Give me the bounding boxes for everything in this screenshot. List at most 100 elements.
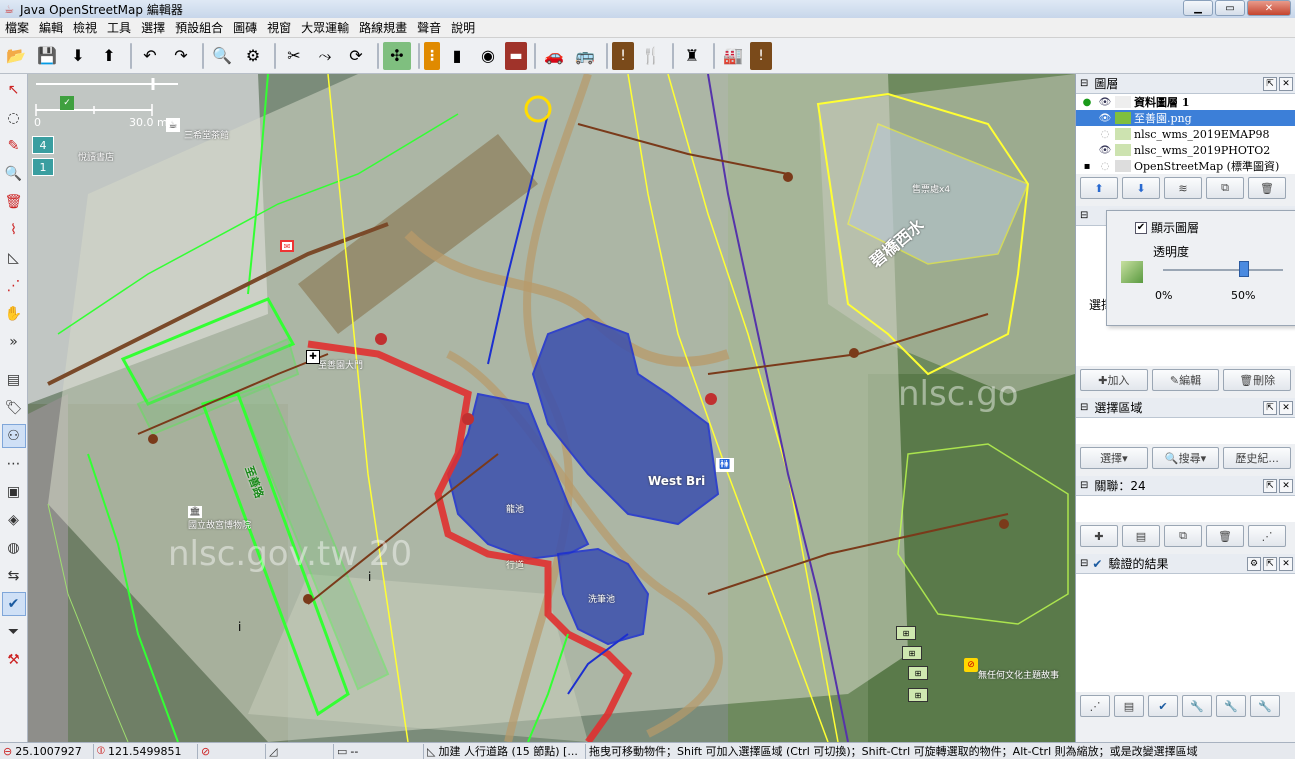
open-file-icon[interactable]: 📂: [2, 42, 30, 70]
node-icon[interactable]: ⋰: [2, 274, 26, 298]
car-icon[interactable]: 🚗: [540, 42, 568, 70]
eye-hidden-icon[interactable]: ◌: [1098, 129, 1112, 140]
layer-row[interactable]: ● 👁 資料圖層 1: [1076, 94, 1295, 110]
draw-path-icon[interactable]: ⌇: [2, 218, 26, 242]
eye-icon[interactable]: 👁: [1098, 113, 1112, 124]
select-tool-icon[interactable]: ↖: [2, 78, 26, 102]
layers-toggle-icon[interactable]: ▤: [2, 368, 26, 392]
poi-bench-icon-4[interactable]: ⊞: [908, 688, 928, 702]
zoom-icon[interactable]: 🔍: [208, 42, 236, 70]
layer-row[interactable]: 👁 nlsc_wms_2019PHOTO2: [1076, 142, 1295, 158]
panel-settings-icon[interactable]: ⚙: [1247, 556, 1261, 571]
panel-detach-icon[interactable]: ⇱: [1263, 478, 1277, 493]
poi-bench-icon-2[interactable]: ⊞: [902, 646, 922, 660]
menu-imagery[interactable]: 圖磚: [228, 19, 262, 36]
menu-edit[interactable]: 編輯: [34, 19, 68, 36]
poi-info-icon-2[interactable]: ⅰ: [238, 620, 248, 636]
poi-entrance-icon[interactable]: ✚: [306, 350, 320, 364]
edit-relation-icon[interactable]: ▤: [1122, 525, 1160, 547]
save-icon[interactable]: 💾: [33, 42, 61, 70]
validation-panel-title[interactable]: ⊟ ✔ 驗證的結果 ⚙ ⇱ ✕: [1076, 554, 1295, 574]
menu-public-transport[interactable]: 大眾運輸: [296, 19, 354, 36]
menu-view[interactable]: 檢視: [68, 19, 102, 36]
panel-detach-icon[interactable]: ⇱: [1263, 556, 1277, 571]
layer-count-badge[interactable]: 4: [32, 136, 54, 154]
poi-shop-icon[interactable]: ✓: [60, 96, 74, 110]
relations-panel-title[interactable]: ⊟ 關聯：24 ⇱ ✕: [1076, 476, 1295, 496]
fix-icon[interactable]: 🔧: [1182, 695, 1212, 717]
merge-layers-icon[interactable]: ≋: [1164, 177, 1202, 199]
poi-mail-icon[interactable]: ✉: [280, 240, 294, 252]
alert-icon[interactable]: !: [750, 41, 772, 70]
warning-icon[interactable]: !: [612, 41, 634, 70]
menu-tools[interactable]: 工具: [102, 19, 136, 36]
menu-file[interactable]: 檔案: [0, 19, 34, 36]
more-icon[interactable]: »: [2, 330, 26, 354]
active-layer-badge[interactable]: 1: [32, 158, 54, 176]
select-button[interactable]: 選擇 ▾: [1080, 447, 1148, 469]
collapse-icon[interactable]: ⊟: [1080, 480, 1088, 491]
lasso-icon[interactable]: ◌: [2, 106, 26, 130]
validator-icon[interactable]: ▣: [2, 480, 26, 504]
minimize-button[interactable]: ▁: [1183, 0, 1213, 16]
undo-icon[interactable]: ↶: [136, 42, 164, 70]
poi-cafe-icon[interactable]: ☕: [166, 118, 180, 132]
refresh-icon[interactable]: ⟳: [342, 42, 370, 70]
poi-warning-icon[interactable]: ⊘: [964, 658, 978, 672]
add-tag-button[interactable]: ✚ 加入: [1080, 369, 1148, 391]
close-button[interactable]: ✕: [1247, 0, 1291, 16]
image-offset-icon[interactable]: ✣: [383, 41, 411, 70]
validate-icon[interactable]: ✔: [1148, 695, 1178, 717]
maximize-button[interactable]: ▭: [1215, 0, 1245, 16]
menu-audio[interactable]: 聲音: [412, 19, 446, 36]
delete-layer-icon[interactable]: 🗑: [1248, 177, 1286, 199]
split-way-icon[interactable]: ✂: [280, 42, 308, 70]
restaurant-icon[interactable]: 🍴: [637, 42, 665, 70]
menu-presets[interactable]: 預設組合: [170, 19, 228, 36]
conflict-icon[interactable]: ⇆: [2, 564, 26, 588]
panel-detach-icon[interactable]: ⇱: [1263, 76, 1277, 91]
bus-icon[interactable]: 🚌: [571, 42, 599, 70]
preset-icon[interactable]: ◈: [2, 508, 26, 532]
panel-close-icon[interactable]: ✕: [1279, 556, 1293, 571]
poi-museum-icon[interactable]: 🏛: [188, 506, 202, 518]
crossing-icon[interactable]: ⋮: [424, 41, 440, 70]
collapse-icon[interactable]: ⊟: [1080, 78, 1088, 89]
history-icon[interactable]: ◍: [2, 536, 26, 560]
check-icon[interactable]: ✔: [1, 592, 26, 616]
layer-row[interactable]: ◌ nlsc_wms_2019EMAP98: [1076, 126, 1295, 142]
layer-row[interactable]: 👁 至善園.png: [1076, 110, 1295, 126]
zoom-to-problem-icon[interactable]: ⋰: [1080, 695, 1110, 717]
ignore-all-icon[interactable]: 🔧: [1250, 695, 1280, 717]
selection-panel-title[interactable]: ⊟ 選擇區域 ⇱ ✕: [1076, 398, 1295, 418]
menu-help[interactable]: 說明: [446, 19, 480, 36]
collapse-icon[interactable]: ⊟: [1080, 402, 1088, 413]
toolbox-icon[interactable]: ⚒: [2, 648, 26, 672]
preferences-icon[interactable]: ⚙: [239, 42, 267, 70]
opacity-slider-track[interactable]: [1163, 269, 1283, 271]
eye-icon[interactable]: 👁: [1098, 97, 1112, 108]
menu-windows[interactable]: 視窗: [262, 19, 296, 36]
redo-icon[interactable]: ↷: [167, 42, 195, 70]
select-problem-icon[interactable]: ▤: [1114, 695, 1144, 717]
castle-icon[interactable]: ♜: [678, 42, 706, 70]
draw-icon[interactable]: ✎: [2, 134, 26, 158]
select-members-icon[interactable]: ⋰: [1248, 525, 1286, 547]
poi-info-icon[interactable]: ⅰ: [368, 570, 378, 586]
delete-icon[interactable]: 🗑: [2, 190, 26, 214]
move-up-icon[interactable]: ⬆: [1080, 177, 1118, 199]
eye-icon[interactable]: 👁: [1098, 145, 1112, 156]
zoom-tool-icon[interactable]: 🔍: [2, 162, 26, 186]
tag-icon[interactable]: 🏷: [2, 396, 26, 420]
panel-close-icon[interactable]: ✕: [1279, 400, 1293, 415]
combine-way-icon[interactable]: ⤳: [311, 42, 339, 70]
download-icon[interactable]: ⬇: [64, 42, 92, 70]
traffic-light-icon[interactable]: ▮: [443, 42, 471, 70]
hand-icon[interactable]: ✋: [2, 302, 26, 326]
upload-icon[interactable]: ⬆: [95, 42, 123, 70]
layers-panel-title[interactable]: ⊟ 圖層 ⇱ ✕: [1076, 74, 1295, 94]
funnel-icon[interactable]: ⏷: [2, 620, 26, 644]
new-relation-icon[interactable]: ✚: [1080, 525, 1118, 547]
search-button[interactable]: 🔍 搜尋 ▾: [1151, 447, 1220, 469]
map-canvas[interactable]: 0 30.0 m 4 1 三希堂茶館 悅讀書店 至善園大門 龍池 洗筆池 國立故…: [28, 74, 1075, 742]
